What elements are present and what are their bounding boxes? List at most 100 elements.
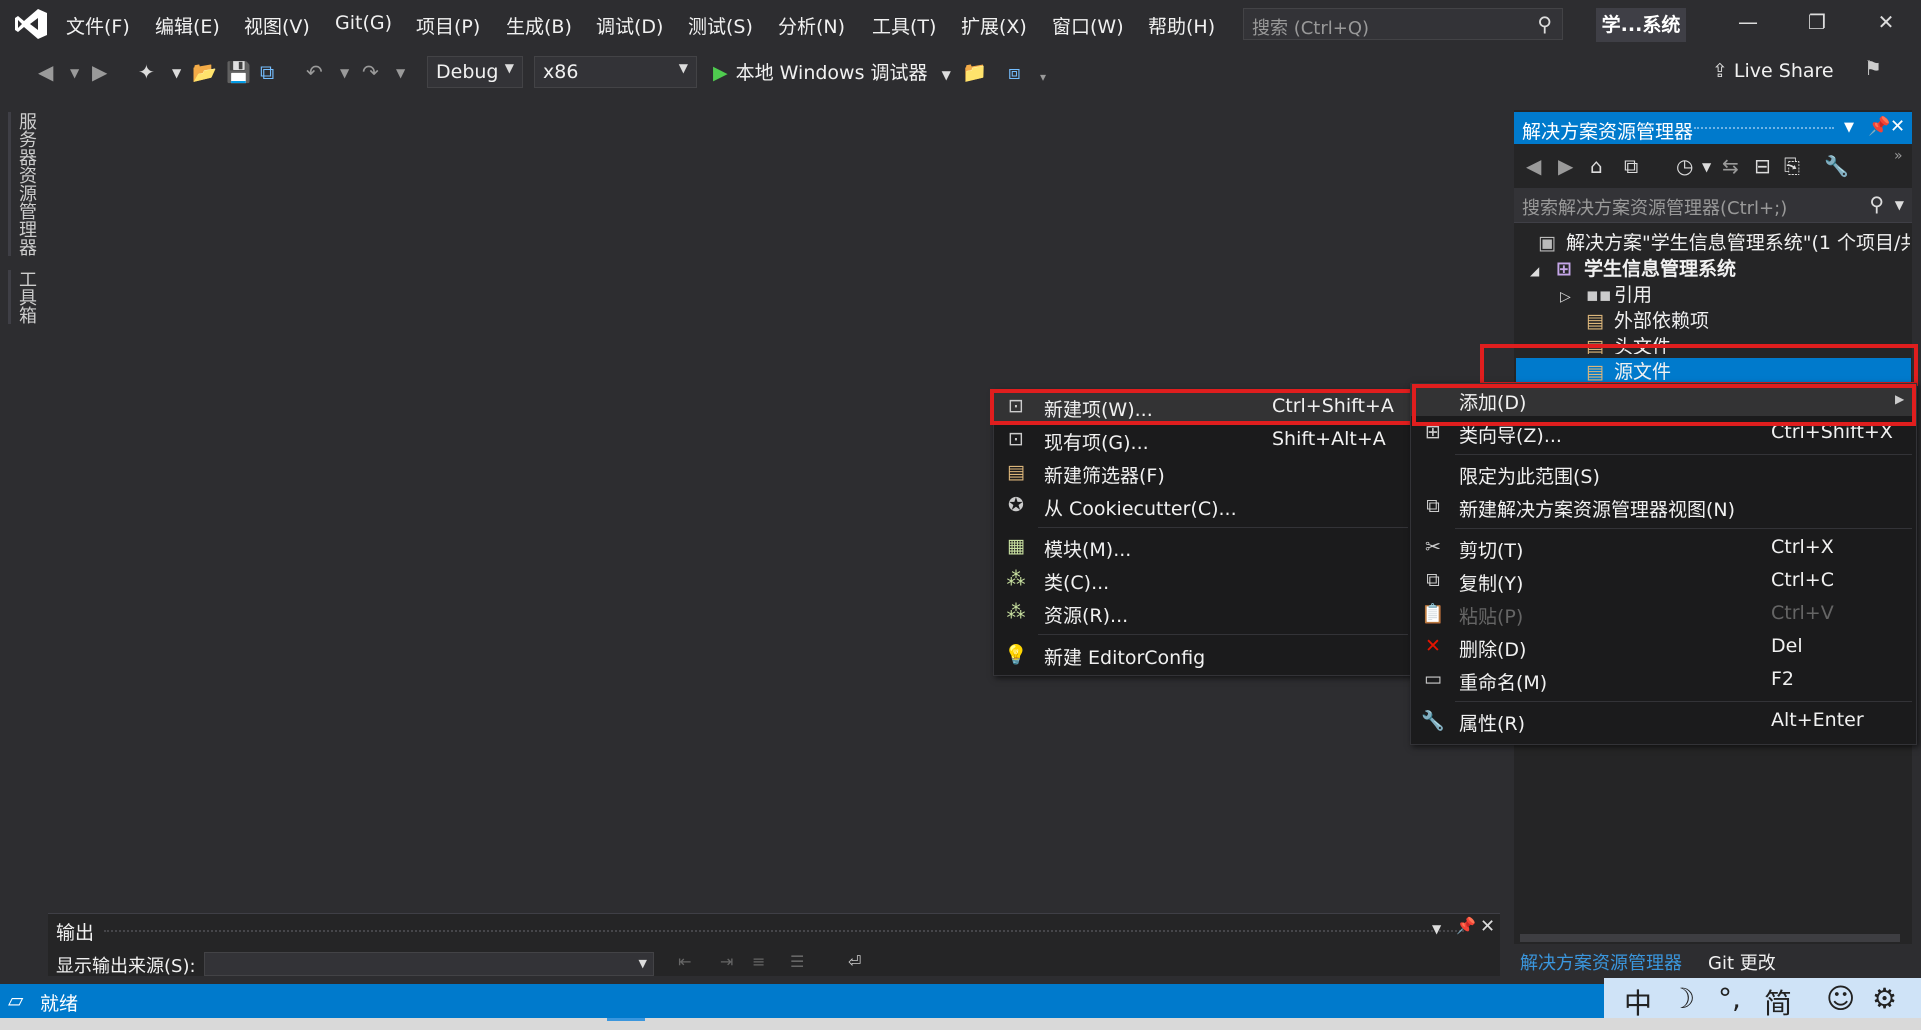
ime-settings-icon[interactable]: ⚙ [1872, 982, 1897, 1015]
start-debugging-button[interactable]: ▶ 本地 Windows 调试器 ▼ [713, 58, 951, 85]
tab-solution-explorer[interactable]: 解决方案资源管理器 [1520, 949, 1682, 975]
pin-icon[interactable]: 📌 [1456, 916, 1476, 935]
list-icon[interactable]: ☰ [790, 952, 804, 971]
menu-item-properties[interactable]: 🔧 属性(R) Alt+Enter [1411, 705, 1916, 737]
tab-toolbox[interactable]: 工具箱 [8, 270, 39, 324]
filter-dropdown-icon[interactable]: ▼ [1702, 160, 1711, 174]
chevron-down-icon[interactable]: ▼ [1432, 922, 1441, 936]
menu-item-label: 重命名(M) [1459, 672, 1548, 694]
open-file-icon[interactable]: 📂 [192, 60, 217, 84]
navigate-forward-icon[interactable]: ▶ [92, 60, 107, 84]
undo-dropdown-icon[interactable]: ▼ [340, 66, 349, 80]
menu-build[interactable]: 生成(B) [506, 12, 572, 39]
menu-item-rename[interactable]: ▭ 重命名(M) F2 [1411, 664, 1916, 696]
restore-icon[interactable]: ❐ [1797, 10, 1837, 34]
menu-item-editorconfig[interactable]: 💡 新建 EditorConfig [994, 639, 1412, 671]
redo-icon[interactable]: ↷ [362, 60, 379, 84]
menu-project[interactable]: 项目(P) [416, 12, 480, 39]
minimize-icon[interactable]: — [1728, 10, 1768, 34]
tree-item-solution[interactable]: ▣ 解决方案"学生信息管理系统"(1 个项目/共 1 [1538, 228, 1910, 254]
menu-item-class[interactable]: ⁂ 类(C)... [994, 564, 1412, 596]
menu-edit[interactable]: 编辑(E) [155, 12, 220, 39]
horizontal-scrollbar[interactable] [1520, 934, 1900, 942]
close-icon[interactable]: ✕ [1480, 916, 1495, 937]
tab-git-changes[interactable]: Git 更改 [1708, 949, 1776, 975]
live-share-button[interactable]: ⇪ Live Share [1712, 60, 1834, 82]
search-input[interactable]: 搜索 (Ctrl+Q) ⚲ [1243, 8, 1563, 40]
save-all-icon[interactable]: ⧉ [260, 60, 274, 84]
menu-item-delete[interactable]: ✕ 删除(D) Del [1411, 631, 1916, 663]
ime-simplified-mode[interactable]: 简 [1764, 982, 1792, 1022]
new-dropdown-icon[interactable]: ▼ [172, 66, 181, 80]
back-icon[interactable]: ◀ [1526, 154, 1541, 178]
menu-debug[interactable]: 调试(D) [596, 12, 663, 39]
solution-explorer-header[interactable]: 解决方案资源管理器 ▼ 📌 ✕ [1514, 112, 1912, 144]
ime-halfwidth-icon[interactable]: ☽ [1670, 982, 1695, 1015]
menu-tools[interactable]: 工具(T) [872, 12, 936, 39]
menu-window[interactable]: 窗口(W) [1052, 12, 1124, 39]
properties-wrench-icon[interactable]: 🔧 [1824, 154, 1849, 178]
chevron-down-icon[interactable]: ▼ [1844, 120, 1854, 135]
menu-item-cookiecutter[interactable]: ✪ 从 Cookiecutter(C)... [994, 490, 1412, 522]
sync-icon[interactable]: ⇆ [1722, 154, 1739, 178]
expander-icon[interactable]: ◢ [1530, 264, 1556, 278]
solution-config-select[interactable]: Debug ▼ [427, 56, 523, 88]
menu-test[interactable]: 测试(S) [688, 12, 753, 39]
menu-item-new-filter[interactable]: ▤ 新建筛选器(F) [994, 457, 1412, 489]
navigate-back-icon[interactable]: ◀ [38, 60, 53, 84]
diagnostic-icon[interactable]: ⧈ [1008, 60, 1021, 84]
pending-changes-filter-icon[interactable]: ◷ [1676, 154, 1693, 178]
run-dropdown-icon[interactable]: ▼ [942, 68, 951, 82]
ime-chinese-mode[interactable]: 中 [1624, 982, 1652, 1022]
menu-view[interactable]: 视图(V) [244, 12, 310, 39]
undo-icon[interactable]: ↶ [306, 60, 323, 84]
visual-studio-logo-icon[interactable] [14, 8, 48, 40]
menu-item-paste[interactable]: 📋 粘贴(P) Ctrl+V [1411, 598, 1916, 630]
tree-item-references[interactable]: ▷ ▪▪ 引用 [1560, 280, 1652, 306]
menu-item-cut[interactable]: ✂ 剪切(T) Ctrl+X [1411, 532, 1916, 564]
menu-file[interactable]: 文件(F) [66, 12, 130, 39]
ime-emoji-icon[interactable]: ☺ [1826, 982, 1855, 1015]
switch-views-icon[interactable]: ⧉ [1624, 154, 1638, 178]
menu-git[interactable]: Git(G) [335, 12, 392, 34]
notification-icon[interactable]: ▱ [8, 988, 23, 1012]
tree-item-project[interactable]: ◢ ⊞ 学生信息管理系统 [1530, 254, 1736, 280]
search-options-icon[interactable]: ▼ [1895, 198, 1904, 212]
menu-item-module[interactable]: ▦ 模块(M)... [994, 531, 1412, 563]
tree-item-external-deps[interactable]: ▤ 外部依赖项 [1586, 306, 1709, 332]
solution-platform-select[interactable]: x86 ▼ [534, 56, 697, 88]
home-icon[interactable]: ⌂ [1590, 154, 1603, 178]
expander-icon[interactable]: ▷ [1560, 289, 1586, 305]
tab-server-explorer[interactable]: 服务器资源管理器 [8, 112, 39, 256]
clear-all-icon[interactable]: ≡ [752, 952, 765, 971]
menu-analyze[interactable]: 分析(N) [778, 12, 845, 39]
menu-item-existing-item[interactable]: ⊡ 现有项(G)... Shift+Alt+A [994, 424, 1412, 456]
new-project-icon[interactable]: ✦ [138, 60, 155, 84]
menu-help[interactable]: 帮助(H) [1148, 12, 1215, 39]
ime-punctuation-icon[interactable]: °, [1718, 982, 1741, 1015]
toolbar-overflow-icon[interactable]: ▾ [1040, 70, 1046, 84]
find-previous-icon[interactable]: ⇤ [678, 952, 691, 971]
collapse-all-icon[interactable]: ⊟ [1754, 154, 1771, 178]
forward-icon[interactable]: ▶ [1558, 154, 1573, 178]
output-source-select[interactable]: ▼ [204, 952, 654, 976]
toolbar-overflow-icon[interactable]: » [1894, 148, 1903, 164]
save-icon[interactable]: 💾 [226, 60, 251, 84]
menu-item-new-explorer-view[interactable]: ⧉ 新建解决方案资源管理器视图(N) [1411, 491, 1916, 523]
menu-item-scope-to-this[interactable]: 限定为此范围(S) [1411, 458, 1916, 490]
feedback-icon[interactable]: ⚑ [1864, 56, 1882, 80]
menu-item-copy[interactable]: ⧉ 复制(Y) Ctrl+C [1411, 565, 1916, 597]
close-window-icon[interactable]: ✕ [1866, 10, 1906, 34]
pin-icon[interactable]: 📌 [1868, 116, 1890, 137]
find-next-icon[interactable]: ⇥ [720, 952, 733, 971]
solution-search-input[interactable]: 搜索解决方案资源管理器(Ctrl+;) ⚲ ▼ [1514, 188, 1912, 223]
menu-extensions[interactable]: 扩展(X) [961, 12, 1027, 39]
menu-item-resource[interactable]: ⁂ 资源(R)... [994, 597, 1412, 629]
close-icon[interactable]: ✕ [1890, 116, 1905, 137]
show-all-files-icon[interactable]: ⎘ [1784, 154, 1800, 178]
solution-name-badge[interactable]: 学...系统 [1596, 8, 1686, 42]
browse-folder-icon[interactable]: 📁 [962, 60, 987, 84]
back-dropdown-icon[interactable]: ▼ [70, 66, 79, 80]
redo-dropdown-icon[interactable]: ▼ [396, 66, 405, 80]
word-wrap-icon[interactable]: ⏎ [848, 952, 861, 971]
